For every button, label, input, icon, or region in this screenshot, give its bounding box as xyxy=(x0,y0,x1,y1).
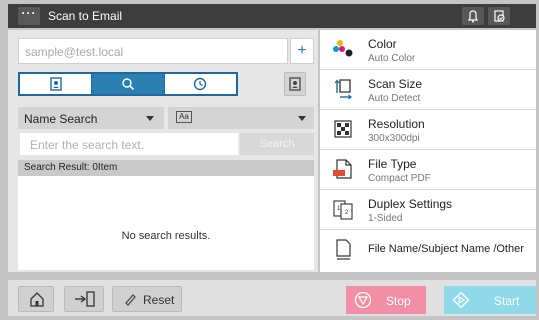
tab-history[interactable] xyxy=(163,74,236,94)
setting-label: Resolution xyxy=(368,117,425,131)
destination-input[interactable]: sample@test.local xyxy=(18,38,288,64)
title-bar: ··· Scan to Email xyxy=(8,4,536,28)
color-icon xyxy=(333,40,353,57)
setting-label: Color xyxy=(368,37,397,51)
setting-value: 1-Sided xyxy=(368,213,403,224)
search-icon xyxy=(122,78,135,91)
setting-value: Compact PDF xyxy=(368,173,431,184)
reset-label: Reset xyxy=(143,293,175,307)
address-tabs xyxy=(18,72,238,96)
tab-address-book[interactable] xyxy=(20,74,91,94)
status-button[interactable] xyxy=(488,7,510,25)
search-type-value: Name Search xyxy=(24,112,98,126)
duplex-icon: 1 2 xyxy=(333,200,353,220)
setting-file-type[interactable]: File Type Compact PDF xyxy=(320,150,536,190)
home-icon xyxy=(30,292,44,307)
add-destination-button[interactable]: + xyxy=(290,38,314,64)
setting-scan-size[interactable]: Scan Size Auto Detect xyxy=(320,70,536,110)
setting-label: File Name/Subject Name /Other xyxy=(368,243,524,255)
bell-icon xyxy=(468,10,478,23)
empty-results-text: No search results. xyxy=(121,230,211,242)
device-status-icon xyxy=(494,10,505,22)
start-icon xyxy=(452,291,470,309)
setting-color[interactable]: Color Auto Color xyxy=(320,30,536,70)
search-results: Search Result: 0Item No search results. xyxy=(18,160,314,270)
logout-button[interactable] xyxy=(64,286,104,312)
menu-button[interactable]: ··· xyxy=(18,7,40,25)
start-button[interactable]: Start xyxy=(444,286,536,314)
setting-value: 300x300dpi xyxy=(368,133,420,144)
setting-label: File Type xyxy=(368,157,417,171)
search-text-input[interactable]: Enter the search text. xyxy=(20,133,238,155)
search-button[interactable]: Search xyxy=(240,133,314,155)
setting-value: Auto Detect xyxy=(368,93,421,104)
stop-button[interactable]: Stop xyxy=(346,286,426,314)
setting-duplex[interactable]: 1 2 Duplex Settings 1-Sided xyxy=(320,190,536,230)
eraser-icon xyxy=(125,294,136,306)
search-type-select[interactable]: Name Search xyxy=(18,107,164,129)
tab-search[interactable] xyxy=(91,74,164,94)
document-icon xyxy=(336,239,351,260)
result-count: Search Result: 0Item xyxy=(18,160,314,176)
font-case-icon: Aa xyxy=(176,111,192,123)
setting-resolution[interactable]: Resolution 300x300dpi xyxy=(320,110,536,150)
clock-icon xyxy=(194,77,207,91)
footer-bar: Reset Stop Start xyxy=(8,280,536,316)
address-panel: sample@test.local + Name Search Aa Enter… xyxy=(8,30,318,272)
scan-screen: ··· Scan to Email sample@test.local + Na… xyxy=(0,0,539,320)
resolution-icon xyxy=(334,120,352,138)
notification-button[interactable] xyxy=(462,7,484,25)
setting-label: Duplex Settings xyxy=(368,197,453,211)
stop-icon xyxy=(354,291,372,309)
chevron-down-icon xyxy=(298,116,306,121)
scan-size-icon xyxy=(334,79,352,100)
logout-icon xyxy=(75,291,95,307)
setting-value: Auto Color xyxy=(368,53,416,64)
page-title: Scan to Email xyxy=(48,9,123,23)
address-book-detail-icon xyxy=(289,77,301,91)
home-button[interactable] xyxy=(18,286,54,312)
chevron-down-icon xyxy=(146,116,154,121)
start-label: Start xyxy=(494,294,520,308)
address-book-detail-button[interactable] xyxy=(284,72,306,96)
setting-label: Scan Size xyxy=(368,77,423,91)
address-book-icon xyxy=(49,77,62,91)
settings-panel: Color Auto Color Scan Size Auto Detect R… xyxy=(320,30,536,272)
character-type-select[interactable]: Aa xyxy=(168,107,314,129)
stop-label: Stop xyxy=(386,294,411,308)
setting-file-name[interactable]: File Name/Subject Name /Other xyxy=(320,230,536,272)
pdf-file-icon xyxy=(333,159,352,179)
reset-button[interactable]: Reset xyxy=(112,286,182,312)
